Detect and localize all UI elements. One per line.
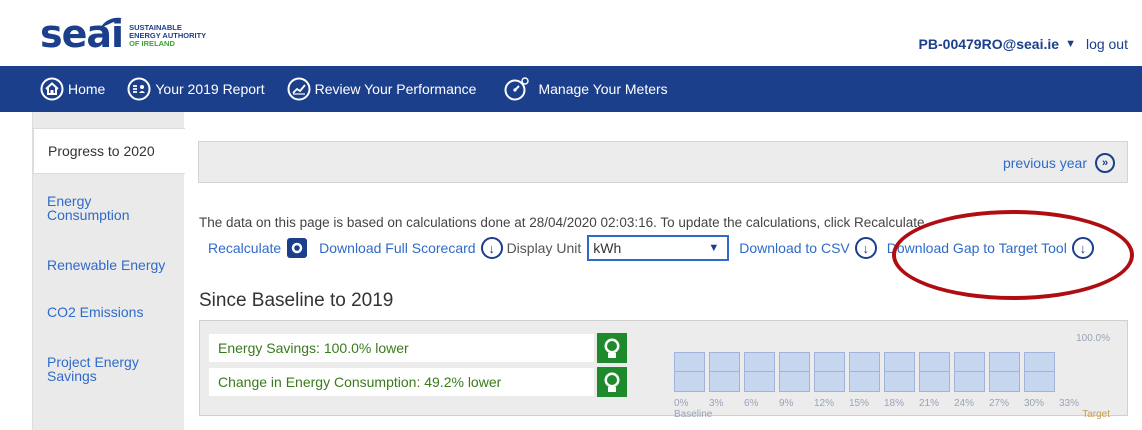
download-arrow-icon: ↓	[480, 237, 503, 259]
sidebar-item-co2[interactable]: CO2 Emissions	[33, 305, 185, 319]
download-scorecard-label: Download Full Scorecard	[319, 240, 476, 256]
sidebar-item-renewable[interactable]: Renewable Energy	[33, 258, 185, 272]
meter-gauge-icon	[504, 77, 530, 101]
download-gap-tool-label: Download Gap to Target Tool	[886, 240, 1067, 256]
nav-meters-label: Manage Your Meters	[538, 81, 668, 97]
logout-link[interactable]: log out	[1086, 36, 1128, 52]
home-icon	[40, 77, 64, 101]
nav-performance-label: Review Your Performance	[314, 81, 477, 97]
download-csv-button[interactable]: Download to CSV ↓	[739, 237, 877, 259]
nav-report-label: Your 2019 Report	[155, 81, 265, 97]
section-title: Since Baseline to 2019	[199, 290, 394, 311]
progress-tick-label: 30%	[1024, 398, 1045, 409]
action-row: Recalculate Download Full Scorecard ↓ Di…	[208, 235, 1094, 261]
download-csv-label: Download to CSV	[739, 240, 850, 256]
progress-cell	[674, 352, 705, 392]
progress-cell	[919, 352, 950, 392]
progress-tick-label: 24%	[954, 398, 975, 409]
progress-cell	[709, 352, 740, 392]
baseline-label: Baseline	[674, 409, 713, 420]
seai-logo[interactable]: seai SUSTAINABLE ENERGY AUTHORITY OF IRE…	[40, 14, 206, 54]
logo-line-3: OF IRELAND	[129, 39, 175, 48]
display-unit-label: Display Unit	[506, 240, 582, 256]
nav-home[interactable]: Home	[40, 77, 105, 101]
metric-energy-savings: Energy Savings: 100.0% lower	[209, 334, 594, 362]
logo-tagline: SUSTAINABLE ENERGY AUTHORITY OF IRELAND	[129, 24, 206, 48]
nav-meters[interactable]: Manage Your Meters	[498, 77, 668, 101]
nav-performance[interactable]: Review Your Performance	[287, 77, 477, 101]
progress-tick-label: 27%	[989, 398, 1010, 409]
target-label: Target	[1082, 409, 1110, 420]
user-area: PB-00479RO@seai.ie ▼ log out	[919, 36, 1128, 52]
progress-tick-label: 12%	[814, 398, 835, 409]
recalculate-button[interactable]: Recalculate	[208, 238, 308, 258]
progress-tick-label: 3%	[709, 398, 724, 409]
progress-tick-label: 33%	[1059, 398, 1080, 409]
sidebar-item-energy-consumption[interactable]: Energy Consumption	[33, 194, 185, 222]
progress-cell	[989, 352, 1020, 392]
top-header: seai SUSTAINABLE ENERGY AUTHORITY OF IRE…	[0, 0, 1142, 66]
progress-cell	[1024, 352, 1055, 392]
display-unit-value: kWh	[593, 240, 622, 256]
report-icon	[127, 77, 151, 101]
progress-cell	[884, 352, 915, 392]
recalculate-gear-icon	[287, 238, 308, 258]
nav-report[interactable]: Your 2019 Report	[127, 77, 265, 101]
lightbulb-icon	[597, 333, 627, 363]
progress-tick-label: 9%	[779, 398, 794, 409]
metric-energy-consumption: Change in Energy Consumption: 49.2% lowe…	[209, 368, 594, 396]
progress-cell	[744, 352, 775, 392]
previous-year-link[interactable]: previous year »	[1003, 153, 1115, 173]
progress-value-label: 100.0%	[1076, 333, 1110, 344]
previous-year-bar: previous year »	[198, 141, 1128, 183]
sidebar-item-progress[interactable]: Progress to 2020	[33, 128, 185, 174]
progress-gauge: 100.0% 0% 3% 6% 9% 12% 15% 18% 21% 24% 27% 30% 33% …	[674, 331, 1114, 420]
chevron-down-icon: ▼	[708, 242, 720, 254]
download-gap-tool-button[interactable]: Download Gap to Target Tool ↓	[887, 237, 1094, 259]
lightbulb-icon	[597, 367, 627, 397]
main-nav: Home Your 2019 Report Review Your Perfor…	[0, 66, 1142, 112]
performance-chart-icon	[287, 77, 311, 101]
download-scorecard-button[interactable]: Download Full Scorecard ↓	[319, 237, 503, 259]
download-arrow-icon: ↓	[854, 237, 877, 259]
recalculate-label: Recalculate	[208, 240, 282, 256]
sidebar: Progress to 2020 Energy Consumption Rene…	[32, 112, 185, 430]
progress-cell	[814, 352, 845, 392]
display-unit-select[interactable]: kWh ▼	[587, 235, 730, 261]
progress-tick-label: 0%	[674, 398, 689, 409]
progress-panel: Energy Savings: 100.0% lower Change in E…	[199, 320, 1128, 420]
progress-cell	[779, 352, 810, 392]
progress-cell	[954, 352, 985, 392]
fast-forward-icon: »	[1095, 153, 1115, 173]
progress-tick-label: 6%	[744, 398, 759, 409]
progress-ticks: 0% 3% 6% 9% 12% 15% 18% 21% 24% 27% 30% 33%	[674, 398, 1114, 410]
download-arrow-icon: ↓	[1071, 237, 1094, 259]
chevron-down-icon[interactable]: ▼	[1065, 38, 1076, 50]
progress-tick-label: 21%	[919, 398, 940, 409]
progress-cells	[674, 352, 1059, 392]
progress-tick-label: 18%	[884, 398, 905, 409]
sidebar-item-project-savings[interactable]: Project Energy Savings	[33, 355, 185, 383]
previous-year-label: previous year	[1002, 155, 1087, 171]
progress-tick-label: 15%	[849, 398, 870, 409]
nav-home-label: Home	[68, 81, 106, 97]
calculation-info-text: The data on this page is based on calcul…	[199, 215, 925, 230]
user-email[interactable]: PB-00479RO@seai.ie	[919, 36, 1060, 52]
logo-leaf-icon	[100, 17, 122, 28]
progress-cell	[849, 352, 880, 392]
